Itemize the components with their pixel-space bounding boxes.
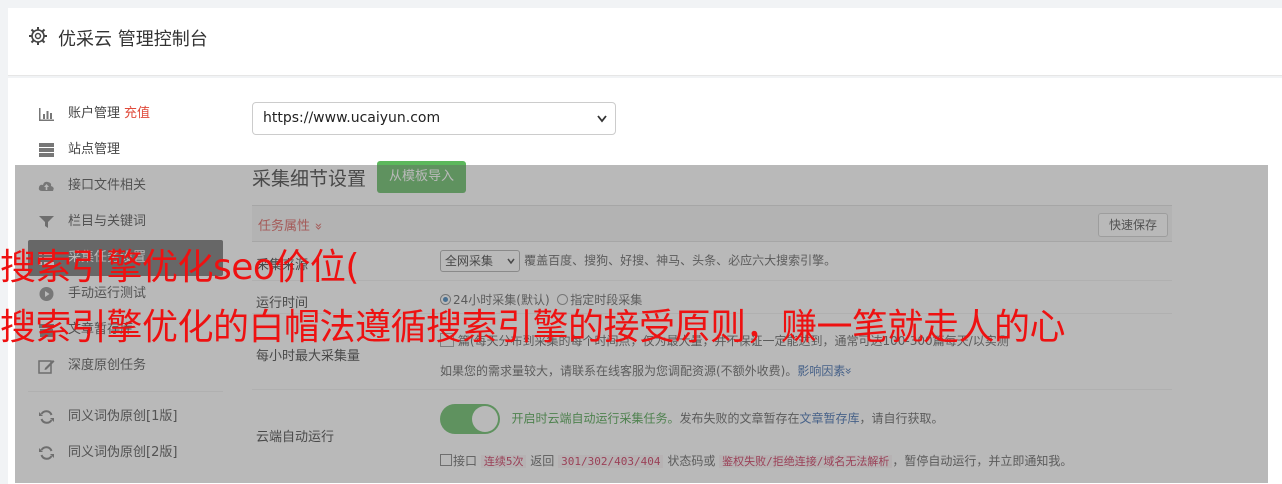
sidebar-item-account[interactable]: 账户管理 充值 [28,96,223,132]
server-icon [39,143,54,157]
site-url-value: https://www.ucaiyun.com [263,110,441,126]
gear-icon [29,27,47,45]
top-header: 优采云 管理控制台 [8,8,1282,76]
sidebar-item-label: 账户管理 [68,106,121,121]
sidebar-item-label: 站点管理 [68,142,121,157]
page-title: 优采云 管理控制台 [58,29,208,50]
overlay-text-line1: 搜索引擎优化seo价位( [0,247,359,288]
recharge-link[interactable]: 充值 [124,106,150,121]
bar-chart-icon [39,108,54,121]
chevron-down-icon [597,115,607,123]
overlay-text-line2: 搜索引擎优化的白帽法遵循搜索引擎的接受原则，赚一笔就走人的心 [0,307,1066,348]
sidebar-item-sites[interactable]: 站点管理 [28,132,223,168]
site-url-select[interactable]: https://www.ucaiyun.com [252,102,616,135]
